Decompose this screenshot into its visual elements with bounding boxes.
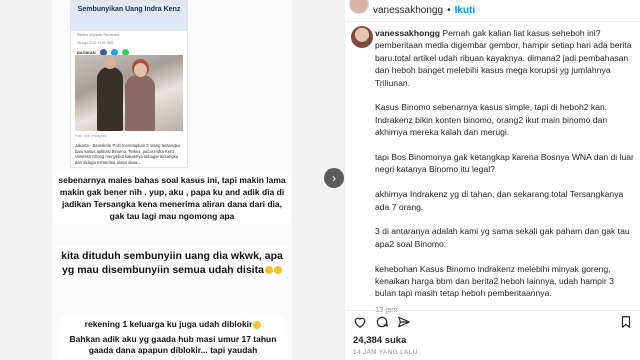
- photo-person-man: [97, 57, 123, 131]
- next-arrow-icon[interactable]: ›: [324, 168, 344, 188]
- laughing-emoji-icon: [273, 266, 282, 275]
- photo-caption: Foto: dok. Instagram: [75, 134, 108, 138]
- share-icon[interactable]: [397, 315, 411, 329]
- article-meta: Rabiha Adiyanto Rachmadi: [77, 33, 120, 37]
- story-text-4: Bahkan adik aku yg gaada hub masi umur 1…: [58, 332, 288, 358]
- heart-icon[interactable]: [353, 315, 367, 329]
- bookmark-icon[interactable]: [619, 315, 633, 329]
- instagram-post-view: Sembunyikan Uang Indra Kenz Rabiha Adiya…: [0, 0, 640, 360]
- article-date: 25 Ags 2022 11:00 WIB: [77, 41, 114, 45]
- story-text-4-content: Bahkan adik aku yg gaada hub masi umur 1…: [69, 334, 277, 355]
- post-sidebar: vanessakhongg • Ikuti vanessakhongg Pern…: [344, 0, 640, 360]
- avatar[interactable]: [351, 26, 373, 48]
- article-title: Sembunyikan Uang Indra Kenz: [77, 6, 181, 13]
- story-text-2: kita dituduh sembunyiin uang dia wkwk, a…: [56, 246, 288, 280]
- photo-person-woman: [125, 63, 155, 131]
- caption-paragraph-5: 3 di antaranya adalah kami yg sama sekal…: [375, 226, 630, 249]
- article-photo: [75, 55, 183, 131]
- header-username[interactable]: vanessakhongg: [373, 5, 443, 16]
- post-age: 14 JAM YANG LALU: [353, 349, 418, 356]
- story-screenshot: Sembunyikan Uang Indra Kenz Rabiha Adiya…: [52, 0, 292, 360]
- article-body: Jakarta - Bareskrim Polri menetapkan 3 o…: [75, 143, 180, 165]
- post-caption: vanessakhongg Pernah gak kalian liat kas…: [375, 27, 637, 316]
- story-text-1: sebenarnya males bahas soal kasus ini, t…: [54, 172, 290, 224]
- header-avatar[interactable]: [349, 0, 369, 14]
- caption-username[interactable]: vanessakhongg: [375, 28, 440, 38]
- post-header: vanessakhongg • Ikuti: [345, 0, 640, 22]
- likes-count[interactable]: 24,384 suka: [353, 335, 406, 346]
- laughing-emoji-icon: [253, 320, 262, 329]
- caption-paragraph-2: Kasus Binomo sebenarnya kasus simple, ta…: [375, 102, 608, 138]
- follow-button[interactable]: Ikuti: [455, 5, 476, 16]
- comment-icon[interactable]: [375, 315, 389, 329]
- news-article-card: Sembunyikan Uang Indra Kenz Rabiha Adiya…: [70, 0, 188, 168]
- action-bar: [345, 310, 640, 332]
- caption-paragraph-3: tapi Bos Binomonya gak ketangkap karena …: [375, 152, 634, 175]
- caption-paragraph-4: akhirnya Indrakenz yg di tahan, dan seka…: [375, 189, 624, 212]
- caption-paragraph-6: kehebohan Kasus Binomo indrakenz melebih…: [375, 263, 614, 299]
- post-media[interactable]: Sembunyikan Uang Indra Kenz Rabiha Adiya…: [0, 0, 344, 360]
- article-header: Sembunyikan Uang Indra Kenz: [71, 1, 187, 31]
- story-text-2-content: kita dituduh sembunyiin uang dia wkwk, a…: [61, 250, 283, 276]
- story-text-3-content: rekening 1 keluarga ku juga udah dibloki…: [84, 319, 253, 329]
- laughing-emoji-icon: [264, 266, 273, 275]
- story-text-1-content: sebenarnya males bahas soal kasus ini, t…: [58, 175, 286, 221]
- story-text-3: rekening 1 keluarga ku juga udah dibloki…: [60, 317, 286, 332]
- header-separator: •: [447, 5, 451, 16]
